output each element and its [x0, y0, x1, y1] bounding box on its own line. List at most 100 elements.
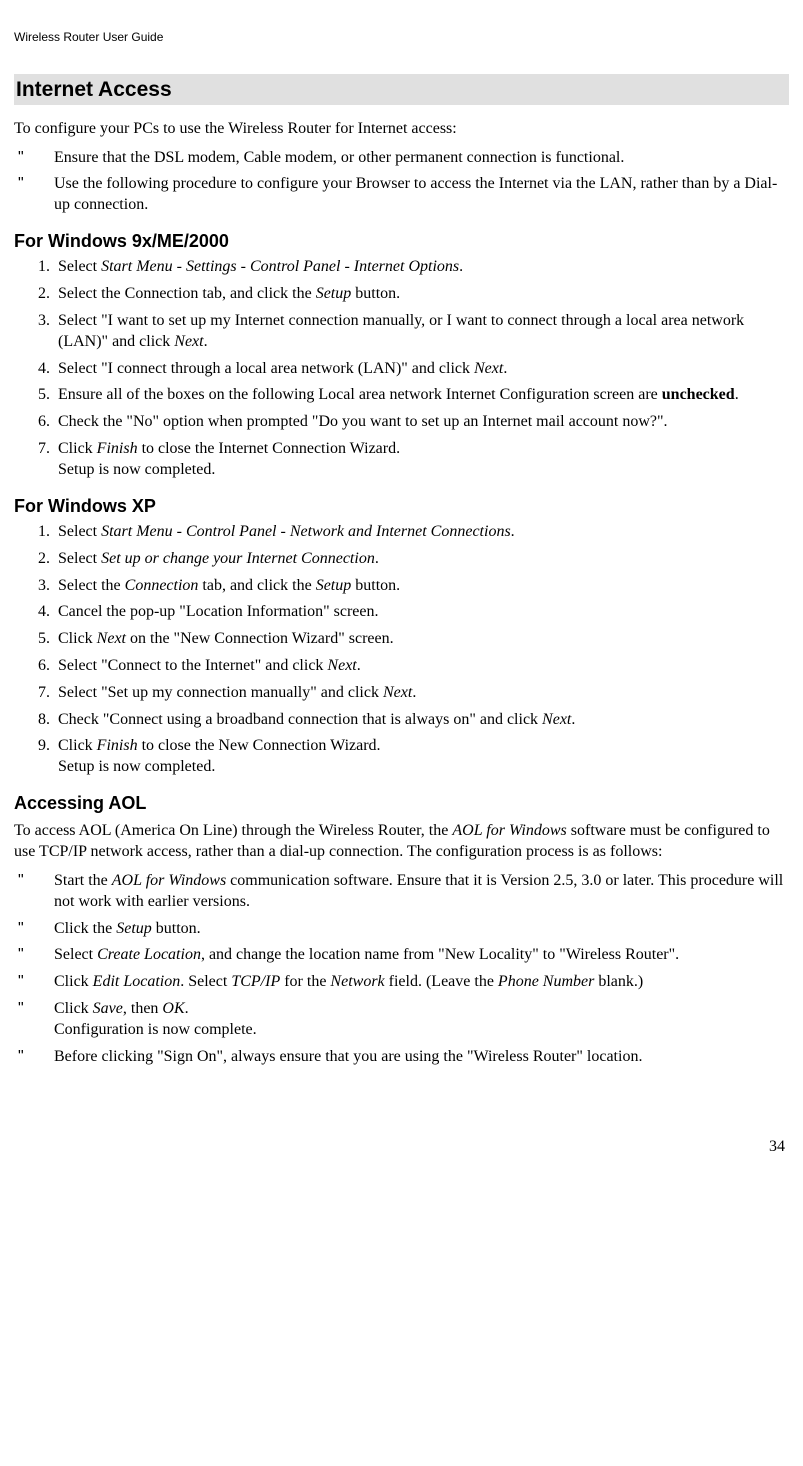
list-item: Click Finish to close the New Connection…: [54, 736, 789, 778]
text-italic: OK: [162, 1000, 184, 1017]
subheading-aol: Accessing AOL: [14, 792, 789, 815]
list-item: Click Edit Location. Select TCP/IP for t…: [14, 972, 789, 993]
text-italic: Next: [542, 711, 571, 728]
text: on the "New Connection Wizard" screen.: [126, 630, 394, 647]
text-italic: Connection: [125, 577, 199, 594]
text: Select: [54, 946, 97, 963]
text-italic: Next: [174, 333, 203, 350]
text: Click the: [54, 920, 116, 937]
subheading-winxp: For Windows XP: [14, 495, 789, 518]
text: Ensure all of the boxes on the following…: [58, 386, 662, 403]
text: Setup is now completed.: [58, 461, 215, 478]
text: .: [735, 386, 739, 403]
text-italic: Setup: [116, 920, 152, 937]
text: Select: [58, 258, 101, 275]
list-item: Select "Connect to the Internet" and cli…: [54, 656, 789, 677]
list-item: Click Save, then OK.Configuration is now…: [14, 999, 789, 1041]
list-item: Cancel the pop-up "Location Information"…: [54, 602, 789, 623]
list-item: Select the Connection tab, and click the…: [54, 284, 789, 305]
text-italic: AOL for Windows: [452, 822, 566, 839]
text-italic: Edit Location: [93, 973, 181, 990]
text: Select "I connect through a local area n…: [58, 360, 474, 377]
text: .: [511, 523, 515, 540]
text-italic: Set up or change your Internet Connectio…: [101, 550, 375, 567]
text: . Select: [180, 973, 231, 990]
win9x-steps: Select Start Menu - Settings - Control P…: [14, 257, 789, 480]
list-item: Check the "No" option when prompted "Do …: [54, 412, 789, 433]
text-italic: Finish: [97, 440, 138, 457]
text: to close the New Connection Wizard.: [138, 737, 381, 754]
text: for the: [280, 973, 330, 990]
text: Select the: [58, 577, 125, 594]
text: , and change the location name from "New…: [201, 946, 679, 963]
text: Start the: [54, 872, 112, 889]
list-item: Start the AOL for Windows communication …: [14, 871, 789, 913]
text: button.: [351, 577, 400, 594]
text-italic: Network: [330, 973, 384, 990]
text: field. (Leave the: [385, 973, 498, 990]
list-item: Ensure that the DSL modem, Cable modem, …: [14, 148, 789, 169]
text-italic: Start Menu - Settings - Control Panel - …: [101, 258, 459, 275]
text-italic: Setup: [316, 577, 352, 594]
page-number: 34: [14, 1137, 789, 1158]
subheading-win9x: For Windows 9x/ME/2000: [14, 230, 789, 253]
text: Before clicking "Sign On", always ensure…: [54, 1048, 642, 1065]
list-item: Check "Connect using a broadband connect…: [54, 710, 789, 731]
text: , then: [123, 1000, 163, 1017]
text: Select: [58, 550, 101, 567]
text: blank.): [594, 973, 643, 990]
text: .: [571, 711, 575, 728]
text: .: [459, 258, 463, 275]
text: button.: [351, 285, 400, 302]
aol-intro: To access AOL (America On Line) through …: [14, 821, 789, 863]
text: Configuration is now complete.: [54, 1021, 257, 1038]
text: Select: [58, 523, 101, 540]
text: .: [204, 333, 208, 350]
list-item: Select "I want to set up my Internet con…: [54, 311, 789, 353]
list-item: Select Create Location, and change the l…: [14, 945, 789, 966]
text: Click: [54, 1000, 93, 1017]
text-italic: Save: [93, 1000, 123, 1017]
text: Check "Connect using a broadband connect…: [58, 711, 542, 728]
text-italic: Next: [383, 684, 412, 701]
text: tab, and click the: [198, 577, 315, 594]
text: Setup is now completed.: [58, 758, 215, 775]
text-italic: Finish: [97, 737, 138, 754]
winxp-steps: Select Start Menu - Control Panel - Netw…: [14, 522, 789, 778]
list-item: Use the following procedure to configure…: [14, 174, 789, 216]
running-header: Wireless Router User Guide: [14, 30, 789, 46]
list-item: Select Start Menu - Control Panel - Netw…: [54, 522, 789, 543]
text: Select the Connection tab, and click the: [58, 285, 316, 302]
text: Click: [58, 630, 97, 647]
text-italic: Next: [474, 360, 503, 377]
list-item: Select Set up or change your Internet Co…: [54, 549, 789, 570]
text-italic: AOL for Windows: [112, 872, 226, 889]
text: .: [412, 684, 416, 701]
aol-bullet-list: Start the AOL for Windows communication …: [14, 871, 789, 1067]
text: Click: [58, 737, 97, 754]
intro-bullet-list: Ensure that the DSL modem, Cable modem, …: [14, 148, 789, 216]
text: Select "Set up my connection manually" a…: [58, 684, 383, 701]
list-item: Click Finish to close the Internet Conne…: [54, 439, 789, 481]
text-italic: Phone Number: [498, 973, 594, 990]
text: Click: [54, 973, 93, 990]
text-italic: TCP/IP: [231, 973, 280, 990]
text: Click: [58, 440, 97, 457]
list-item: Select Start Menu - Settings - Control P…: [54, 257, 789, 278]
section-title: Internet Access: [14, 74, 789, 105]
list-item: Select the Connection tab, and click the…: [54, 576, 789, 597]
text: Check the "No" option when prompted "Do …: [58, 413, 668, 430]
text: to close the Internet Connection Wizard.: [138, 440, 401, 457]
text-italic: Next: [327, 657, 356, 674]
text-bold: unchecked: [662, 386, 735, 403]
text: .: [357, 657, 361, 674]
text: .: [503, 360, 507, 377]
text: To access AOL (America On Line) through …: [14, 822, 452, 839]
intro-paragraph: To configure your PCs to use the Wireles…: [14, 119, 789, 140]
list-item: Ensure all of the boxes on the following…: [54, 385, 789, 406]
list-item: Select "Set up my connection manually" a…: [54, 683, 789, 704]
list-item: Before clicking "Sign On", always ensure…: [14, 1047, 789, 1068]
list-item: Click the Setup button.: [14, 919, 789, 940]
text-italic: Setup: [316, 285, 352, 302]
list-item: Select "I connect through a local area n…: [54, 359, 789, 380]
